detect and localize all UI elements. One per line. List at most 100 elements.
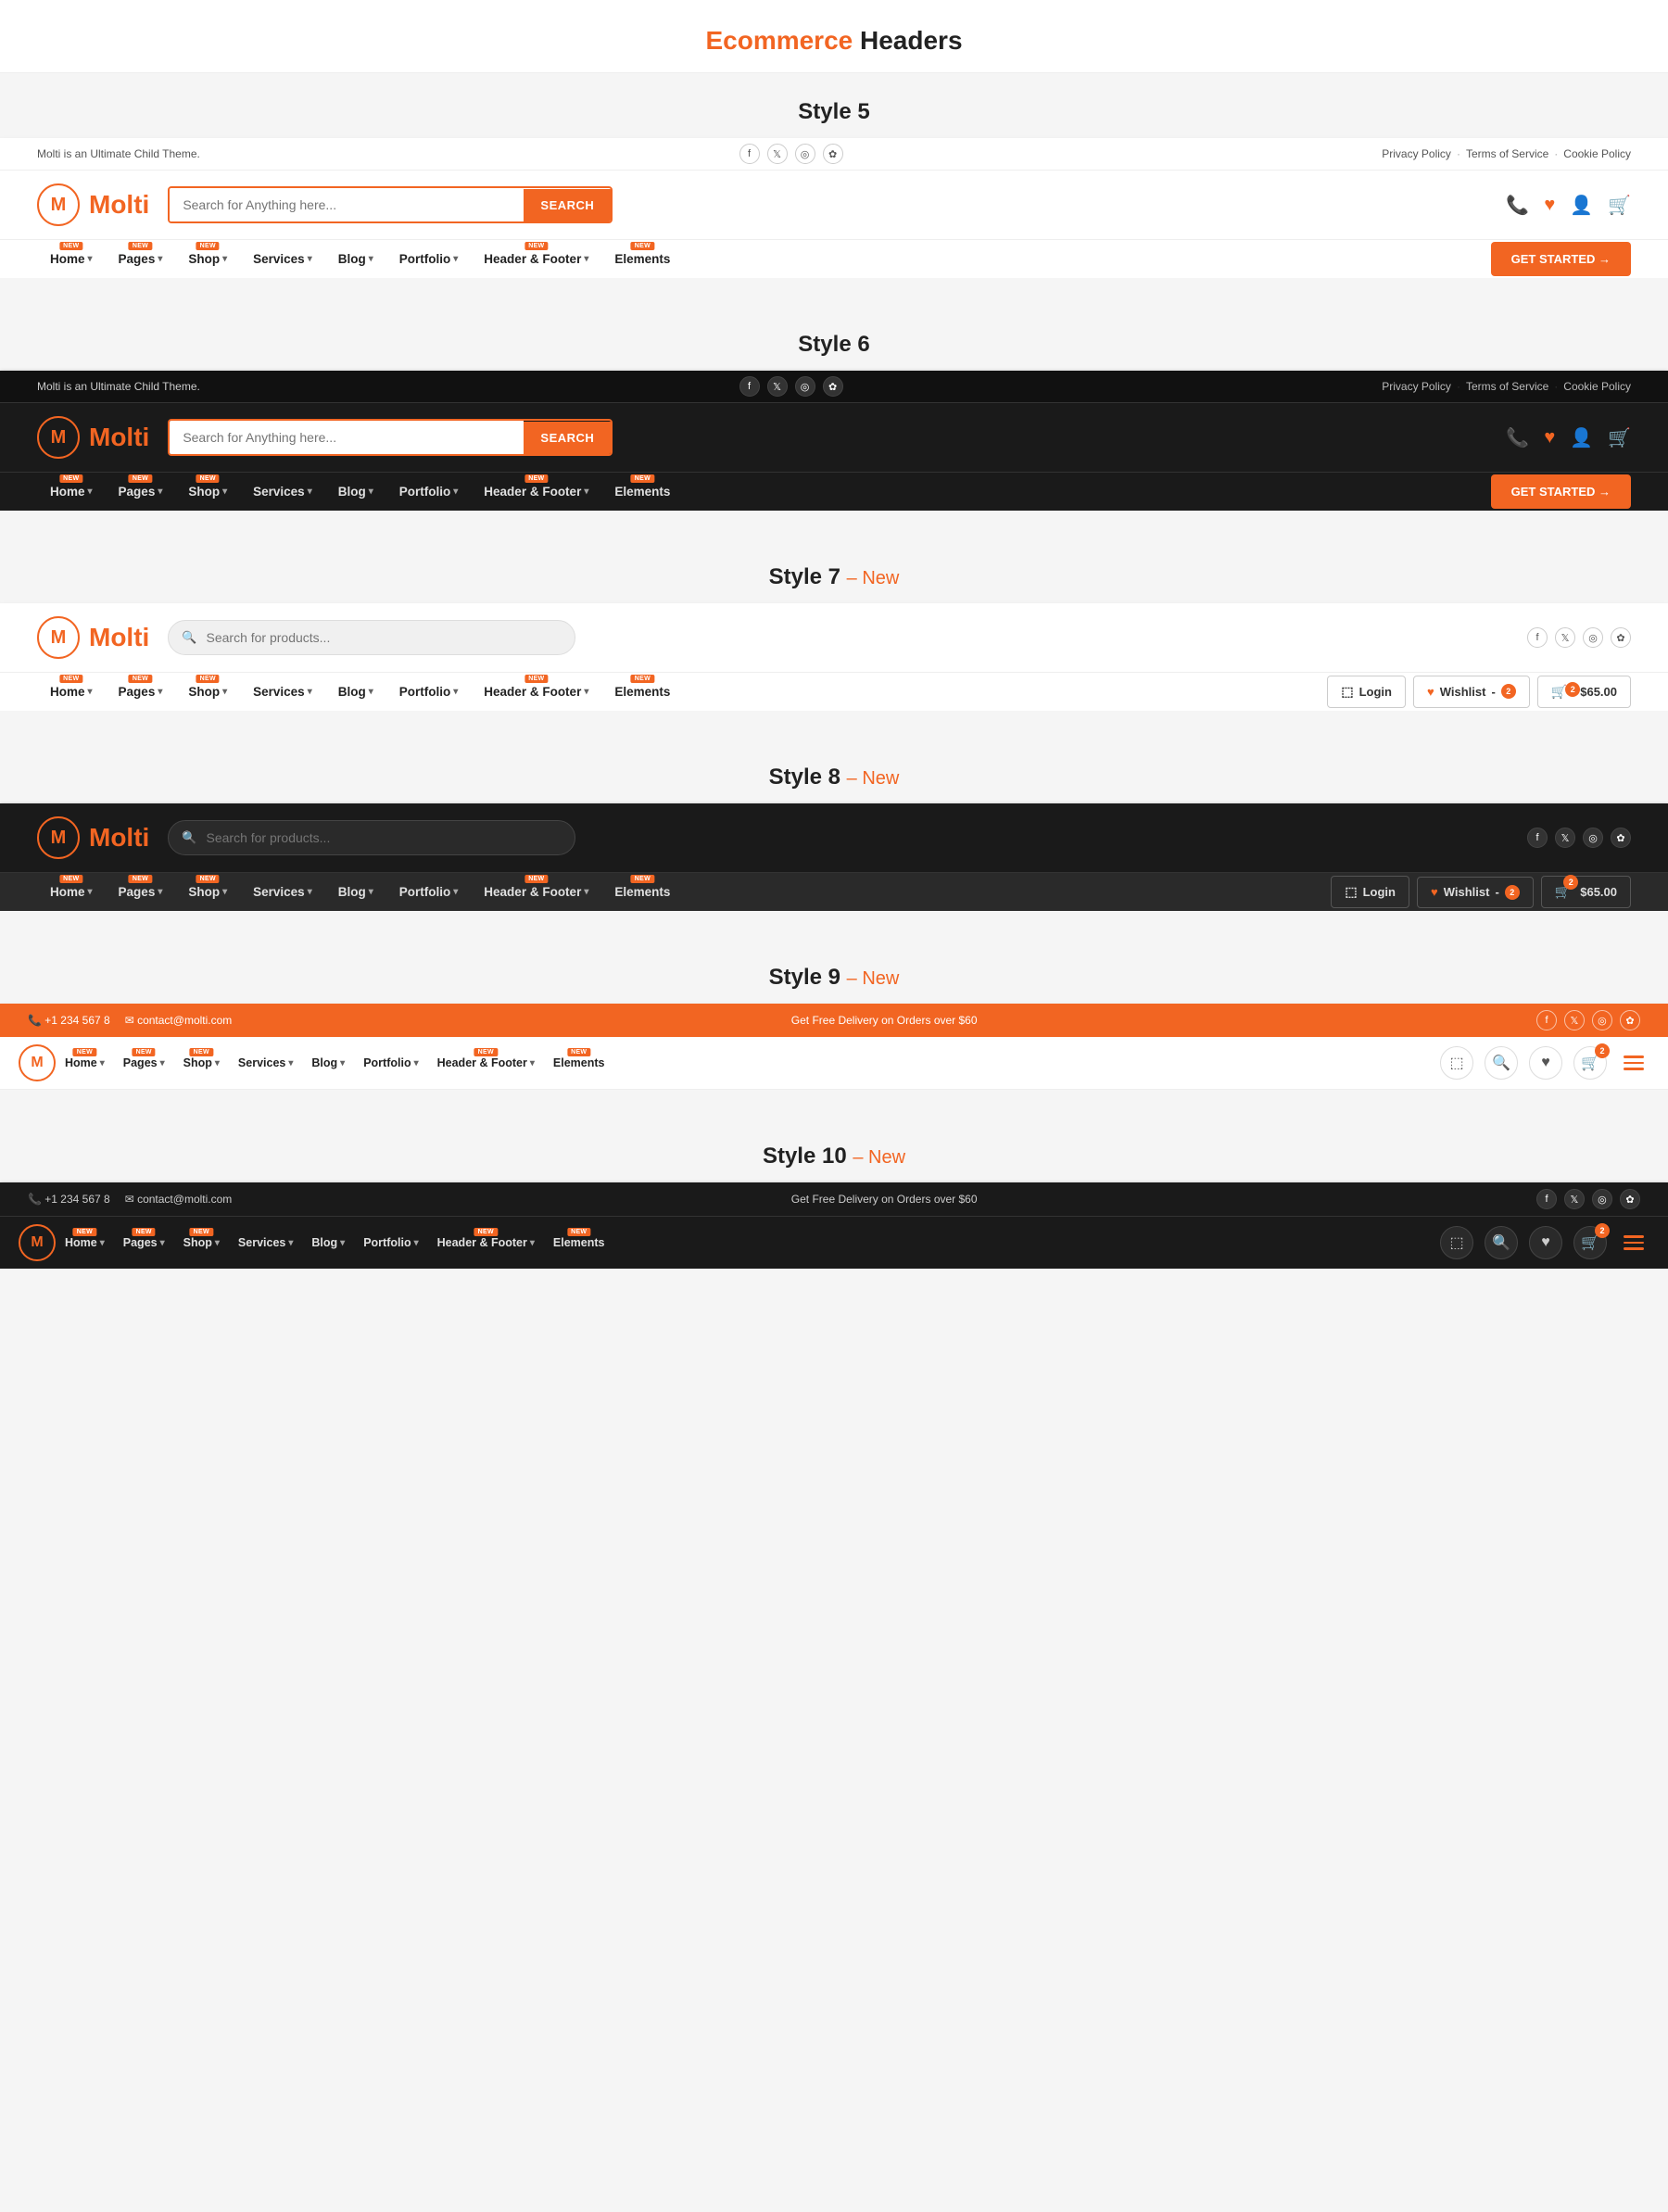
search-bar[interactable]: SEARCH [168,186,613,223]
account-icon-6[interactable]: 👤 [1570,426,1593,449]
nav10-services[interactable]: Services▾ [229,1227,302,1258]
terms-link[interactable]: Terms of Service [1466,147,1548,160]
nav8-shop[interactable]: Shop▾ NEW [175,873,240,911]
dribbble-icon-9[interactable]: ✿ [1620,1010,1640,1030]
wishlist-icon-6[interactable]: ♥ [1544,427,1555,449]
facebook-icon-8[interactable]: f [1527,828,1548,848]
nav8-services[interactable]: Services▾ [240,873,325,911]
nav-blog[interactable]: Blog▾ [325,240,386,278]
nav8-pages[interactable]: Pages▾ NEW [106,873,176,911]
nav7-header-footer[interactable]: Header & Footer▾ NEW [471,673,601,711]
search-bar-8[interactable]: 🔍 [168,820,575,855]
nav10-header-footer[interactable]: Header & Footer▾ NEW [428,1227,544,1258]
nav9-header-footer[interactable]: Header & Footer▾ NEW [428,1047,544,1079]
nav8-home[interactable]: Home▾ NEW [37,873,106,911]
facebook-icon-7[interactable]: f [1527,627,1548,648]
nav10-shop[interactable]: Shop▾ NEW [174,1227,229,1258]
search-bar-7[interactable]: 🔍 [168,620,575,655]
nav9-home[interactable]: Home▾ NEW [56,1047,114,1079]
nav6-header-footer[interactable]: Header & Footer▾ NEW [471,473,601,511]
dribbble-icon-6[interactable]: ✿ [823,376,843,397]
hamburger-10[interactable] [1618,1230,1649,1256]
cart-icon-6[interactable]: 🛒 [1608,426,1631,449]
nav7-home[interactable]: Home▾ NEW [37,673,106,711]
search-input-8[interactable] [197,821,575,854]
wishlist-button-7[interactable]: ♥ Wishlist - 2 [1413,676,1530,708]
logo-8[interactable]: M Molti [37,816,149,859]
nav10-elements[interactable]: Elements NEW [544,1227,614,1258]
wishlist-icon[interactable]: ♥ [1544,195,1555,216]
nav-portfolio[interactable]: Portfolio▾ [386,240,472,278]
facebook-icon-10[interactable]: f [1536,1189,1557,1209]
nav9-portfolio[interactable]: Portfolio▾ [354,1047,427,1079]
nav9-blog[interactable]: Blog▾ [302,1047,354,1079]
wishlist-circle-9[interactable]: ♥ [1529,1046,1562,1080]
twitter-icon-10[interactable]: 𝕏 [1564,1189,1585,1209]
privacy-link-6[interactable]: Privacy Policy [1382,380,1451,393]
instagram-icon-6[interactable]: ◎ [795,376,815,397]
instagram-icon[interactable]: ◎ [795,144,815,164]
nav7-pages[interactable]: Pages▾ NEW [106,673,176,711]
nav10-pages[interactable]: Pages▾ NEW [114,1227,174,1258]
facebook-icon[interactable]: f [739,144,760,164]
logo[interactable]: M Molti [37,183,149,226]
search-circle-9[interactable]: 🔍 [1485,1046,1518,1080]
nav6-portfolio[interactable]: Portfolio▾ [386,473,472,511]
dribbble-icon-7[interactable]: ✿ [1611,627,1631,648]
nav9-services[interactable]: Services▾ [229,1047,302,1079]
privacy-link[interactable]: Privacy Policy [1382,147,1451,160]
wishlist-button-8[interactable]: ♥ Wishlist - 2 [1417,877,1534,908]
dribbble-icon-8[interactable]: ✿ [1611,828,1631,848]
nav9-elements[interactable]: Elements NEW [544,1047,614,1079]
twitter-icon-9[interactable]: 𝕏 [1564,1010,1585,1030]
nav7-shop[interactable]: Shop▾ NEW [175,673,240,711]
wishlist-circle-10[interactable]: ♥ [1529,1226,1562,1259]
facebook-icon-6[interactable]: f [739,376,760,397]
get-started-button[interactable]: GET STARTED → [1491,242,1631,276]
nav8-portfolio[interactable]: Portfolio▾ [386,873,472,911]
nav6-pages[interactable]: Pages▾ NEW [106,473,176,511]
twitter-icon[interactable]: 𝕏 [767,144,788,164]
login-button-8[interactable]: ⬚ Login [1331,876,1409,908]
nav8-elements[interactable]: Elements NEW [601,873,683,911]
nav7-elements[interactable]: Elements NEW [601,673,683,711]
nav-header-footer[interactable]: Header & Footer▾ NEW [471,240,601,278]
logo-6[interactable]: M Molti [37,416,149,459]
nav9-shop[interactable]: Shop▾ NEW [174,1047,229,1079]
nav6-home[interactable]: Home▾ NEW [37,473,106,511]
logo-7[interactable]: M Molti [37,616,149,659]
nav8-header-footer[interactable]: Header & Footer▾ NEW [471,873,601,911]
nav7-portfolio[interactable]: Portfolio▾ [386,673,472,711]
twitter-icon-8[interactable]: 𝕏 [1555,828,1575,848]
cart-circle-10[interactable]: 🛒 2 [1573,1226,1607,1259]
instagram-icon-8[interactable]: ◎ [1583,828,1603,848]
nav-services[interactable]: Services▾ [240,240,325,278]
search-input-7[interactable] [197,621,575,654]
nav10-blog[interactable]: Blog▾ [302,1227,354,1258]
instagram-icon-9[interactable]: ◎ [1592,1010,1612,1030]
search-input[interactable] [170,188,524,221]
cookie-link-6[interactable]: Cookie Policy [1563,380,1631,393]
nav6-services[interactable]: Services▾ [240,473,325,511]
search-bar-6[interactable]: SEARCH [168,419,613,456]
nav-shop[interactable]: Shop▾ NEW [175,240,240,278]
dribbble-icon-10[interactable]: ✿ [1620,1189,1640,1209]
cart-button-7[interactable]: 🛒 2 $65.00 [1537,676,1631,708]
logo-10[interactable]: M [19,1224,56,1261]
nav-pages[interactable]: Pages▾ NEW [106,240,176,278]
nav6-blog[interactable]: Blog▾ [325,473,386,511]
instagram-icon-7[interactable]: ◎ [1583,627,1603,648]
account-icon[interactable]: 👤 [1570,194,1593,217]
phone-icon-6[interactable]: 📞 [1506,426,1529,449]
nav10-home[interactable]: Home▾ NEW [56,1227,114,1258]
login-button-7[interactable]: ⬚ Login [1327,676,1406,708]
nav6-elements[interactable]: Elements NEW [601,473,683,511]
dribbble-icon[interactable]: ✿ [823,144,843,164]
search-input-6[interactable] [170,421,524,454]
search-button[interactable]: SEARCH [524,189,611,221]
nav7-services[interactable]: Services▾ [240,673,325,711]
hamburger-9[interactable] [1618,1050,1649,1076]
instagram-icon-10[interactable]: ◎ [1592,1189,1612,1209]
phone-icon[interactable]: 📞 [1506,194,1529,217]
facebook-icon-9[interactable]: f [1536,1010,1557,1030]
